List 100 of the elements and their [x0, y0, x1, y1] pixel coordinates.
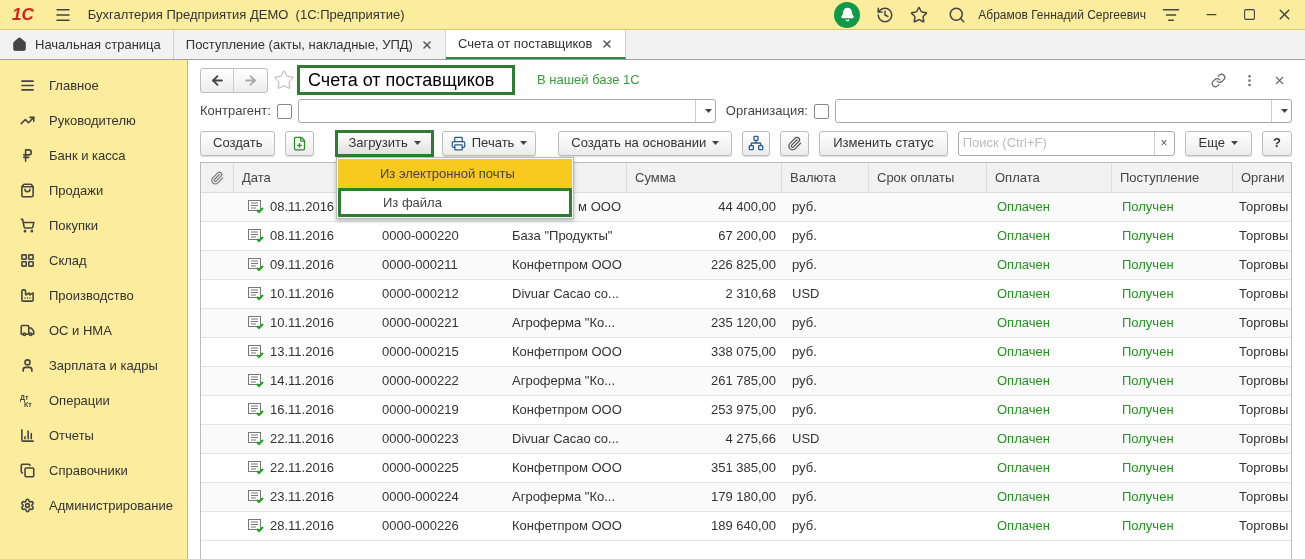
- document-check-icon: [248, 345, 264, 359]
- organization-cell-text: Торговы: [1239, 372, 1289, 391]
- create-button[interactable]: Создать: [200, 130, 276, 156]
- sidebar-item[interactable]: Администрирование: [0, 488, 187, 523]
- currency-cell-text: руб.: [792, 256, 817, 275]
- table-row[interactable]: 10.11.2016 0000-000221 Агроферма "Ко... 235 120,00 руб. Оплачен Получен Торговы: [201, 309, 1291, 338]
- favorite-star-icon[interactable]: [273, 69, 295, 91]
- table-row[interactable]: 09.11.2016 0000-000211 Конфетпром ООО 226 825,00 руб. Оплачен Получен Торговы: [201, 251, 1291, 280]
- menu-item[interactable]: Из электронной почты: [338, 159, 572, 188]
- sidebar-item[interactable]: Производство: [0, 278, 187, 313]
- attach-button[interactable]: [780, 130, 810, 156]
- user-name[interactable]: Абрамов Геннадий Сергеевич: [978, 5, 1146, 24]
- table-row[interactable]: 22.11.2016 0000-000223 Divuar Cacao co... 4 275,66 USD Оплачен Получен Торговы: [201, 425, 1291, 454]
- tab[interactable]: Счета от поставщиков: [445, 30, 626, 59]
- load-button[interactable]: Загрузить: [335, 129, 434, 157]
- document-check-icon: [248, 229, 264, 243]
- date-cell-text: 22.11.2016: [270, 430, 335, 449]
- tab[interactable]: Поступление (акты, накладные, УПД): [173, 30, 446, 59]
- print-button[interactable]: Печать: [441, 130, 537, 156]
- column-header[interactable]: Органи: [1233, 163, 1291, 192]
- sidebar-item[interactable]: Зарплата и кадры: [0, 348, 187, 383]
- menu-item[interactable]: Из файла: [338, 188, 572, 217]
- close-icon[interactable]: [600, 37, 613, 50]
- column-header[interactable]: Сумма: [627, 163, 782, 192]
- receipt-status-cell-text: Получен: [1122, 285, 1174, 304]
- help-button[interactable]: ?: [1262, 130, 1292, 156]
- tab-label: Начальная страница: [35, 35, 161, 54]
- document-check-icon: [248, 490, 264, 504]
- number-cell-text: 0000-000211: [382, 256, 458, 275]
- star-icon[interactable]: [910, 5, 929, 24]
- sidebar-item[interactable]: Отчеты: [0, 418, 187, 453]
- organization-cell-text: Торговы: [1239, 488, 1289, 507]
- search-icon[interactable]: [948, 5, 967, 24]
- table-row[interactable]: 14.11.2016 0000-000222 Агроферма "Ко... 261 785,00 руб. Оплачен Получен Торговы: [201, 367, 1291, 396]
- sidebar-item[interactable]: Покупки: [0, 208, 187, 243]
- create-based-on-button[interactable]: Создать на основании: [558, 130, 733, 156]
- filter-label: Организация:: [725, 102, 808, 121]
- number-cell-text: 0000-000212: [382, 285, 459, 304]
- notification-button[interactable]: [834, 1, 861, 28]
- number-cell-text: 0000-000224: [382, 488, 459, 507]
- date-cell-text: 08.11.2016: [270, 198, 335, 217]
- column-header[interactable]: Оплата: [987, 163, 1112, 192]
- filter-field[interactable]: [297, 99, 716, 123]
- receipt-status-cell-text: Получен: [1122, 488, 1174, 507]
- truck-icon: [20, 323, 35, 338]
- clear-button[interactable]: ×: [1153, 131, 1174, 155]
- printer-icon: [450, 135, 466, 151]
- counterparty-cell-text: Конфетпром ООО: [512, 256, 622, 275]
- filter-field[interactable]: [834, 99, 1292, 123]
- change-status-button[interactable]: Изменить статус: [819, 130, 948, 156]
- currency-cell-text: руб.: [792, 517, 817, 536]
- tab[interactable]: Начальная страница: [0, 30, 174, 59]
- receipt-status-cell-text: Получен: [1122, 517, 1174, 536]
- sidebar-item[interactable]: Продажи: [0, 173, 187, 208]
- number-cell-text: 0000-000215: [382, 343, 459, 362]
- filter-checkbox[interactable]: [276, 103, 292, 119]
- maximize-icon[interactable]: [1243, 8, 1256, 21]
- payment-status-cell-text: Оплачен: [997, 430, 1050, 449]
- date-cell-text: 08.11.2016: [270, 227, 335, 246]
- close-icon[interactable]: [420, 38, 433, 51]
- sidebar-item[interactable]: Справочники: [0, 453, 187, 488]
- app-logo: 1С: [12, 3, 34, 26]
- number-cell-text: 0000-000220: [382, 227, 459, 246]
- organization-cell-text: Торговы: [1239, 343, 1289, 362]
- number-cell-text: 0000-000221: [382, 314, 459, 333]
- receipt-status-cell-text: Получен: [1122, 372, 1174, 391]
- date-cell-text: 28.11.2016: [270, 517, 335, 536]
- search-field[interactable]: Поиск (Ctrl+F) ×: [957, 130, 1175, 156]
- history-icon[interactable]: [876, 5, 895, 24]
- counterparty-cell-text: Конфетпром ООО: [512, 401, 622, 420]
- payment-status-cell-text: Оплачен: [997, 343, 1050, 362]
- column-header[interactable]: Поступление: [1112, 163, 1233, 192]
- column-header[interactable]: Валюта: [782, 163, 869, 192]
- date-cell-text: 22.11.2016: [270, 459, 335, 478]
- date-cell-text: 13.11.2016: [270, 343, 335, 362]
- caret-icon: [520, 141, 528, 145]
- form-subtitle[interactable]: В нашей базе 1С: [537, 70, 640, 90]
- filter-checkbox[interactable]: [813, 103, 829, 119]
- more-button[interactable]: Еще: [1184, 130, 1253, 156]
- link-icon[interactable]: [1211, 72, 1226, 88]
- date-cell-text: 23.11.2016: [270, 488, 335, 507]
- add-document-button[interactable]: [285, 130, 315, 156]
- table-row[interactable]: 23.11.2016 0000-000224 Агроферма "Ко... 179 180,00 руб. Оплачен Получен Торговы: [201, 483, 1291, 512]
- sidebar-item[interactable]: ОС и НМА: [0, 313, 187, 348]
- sidebar-item[interactable]: Склад: [0, 243, 187, 278]
- sidebar-item[interactable]: Руководителю: [0, 103, 187, 138]
- column-header[interactable]: Срок оплаты: [869, 163, 987, 192]
- organization-cell-text: Торговы: [1239, 256, 1289, 275]
- amount-cell-text: 189 640,00: [710, 517, 776, 536]
- sidebar-item[interactable]: Главное: [0, 68, 187, 103]
- column-header[interactable]: Дата: [234, 163, 372, 192]
- home-icon: [12, 37, 27, 52]
- sidebar-item[interactable]: Банк и касса: [0, 138, 187, 173]
- currency-cell-text: руб.: [792, 227, 817, 246]
- organization-cell-text: Торговы: [1239, 459, 1289, 478]
- structure-button[interactable]: [742, 130, 771, 156]
- document-check-icon: [248, 519, 264, 533]
- date-cell-text: 14.11.2016: [270, 372, 335, 391]
- currency-cell-text: руб.: [792, 459, 817, 478]
- currency-cell-text: руб.: [792, 314, 817, 333]
